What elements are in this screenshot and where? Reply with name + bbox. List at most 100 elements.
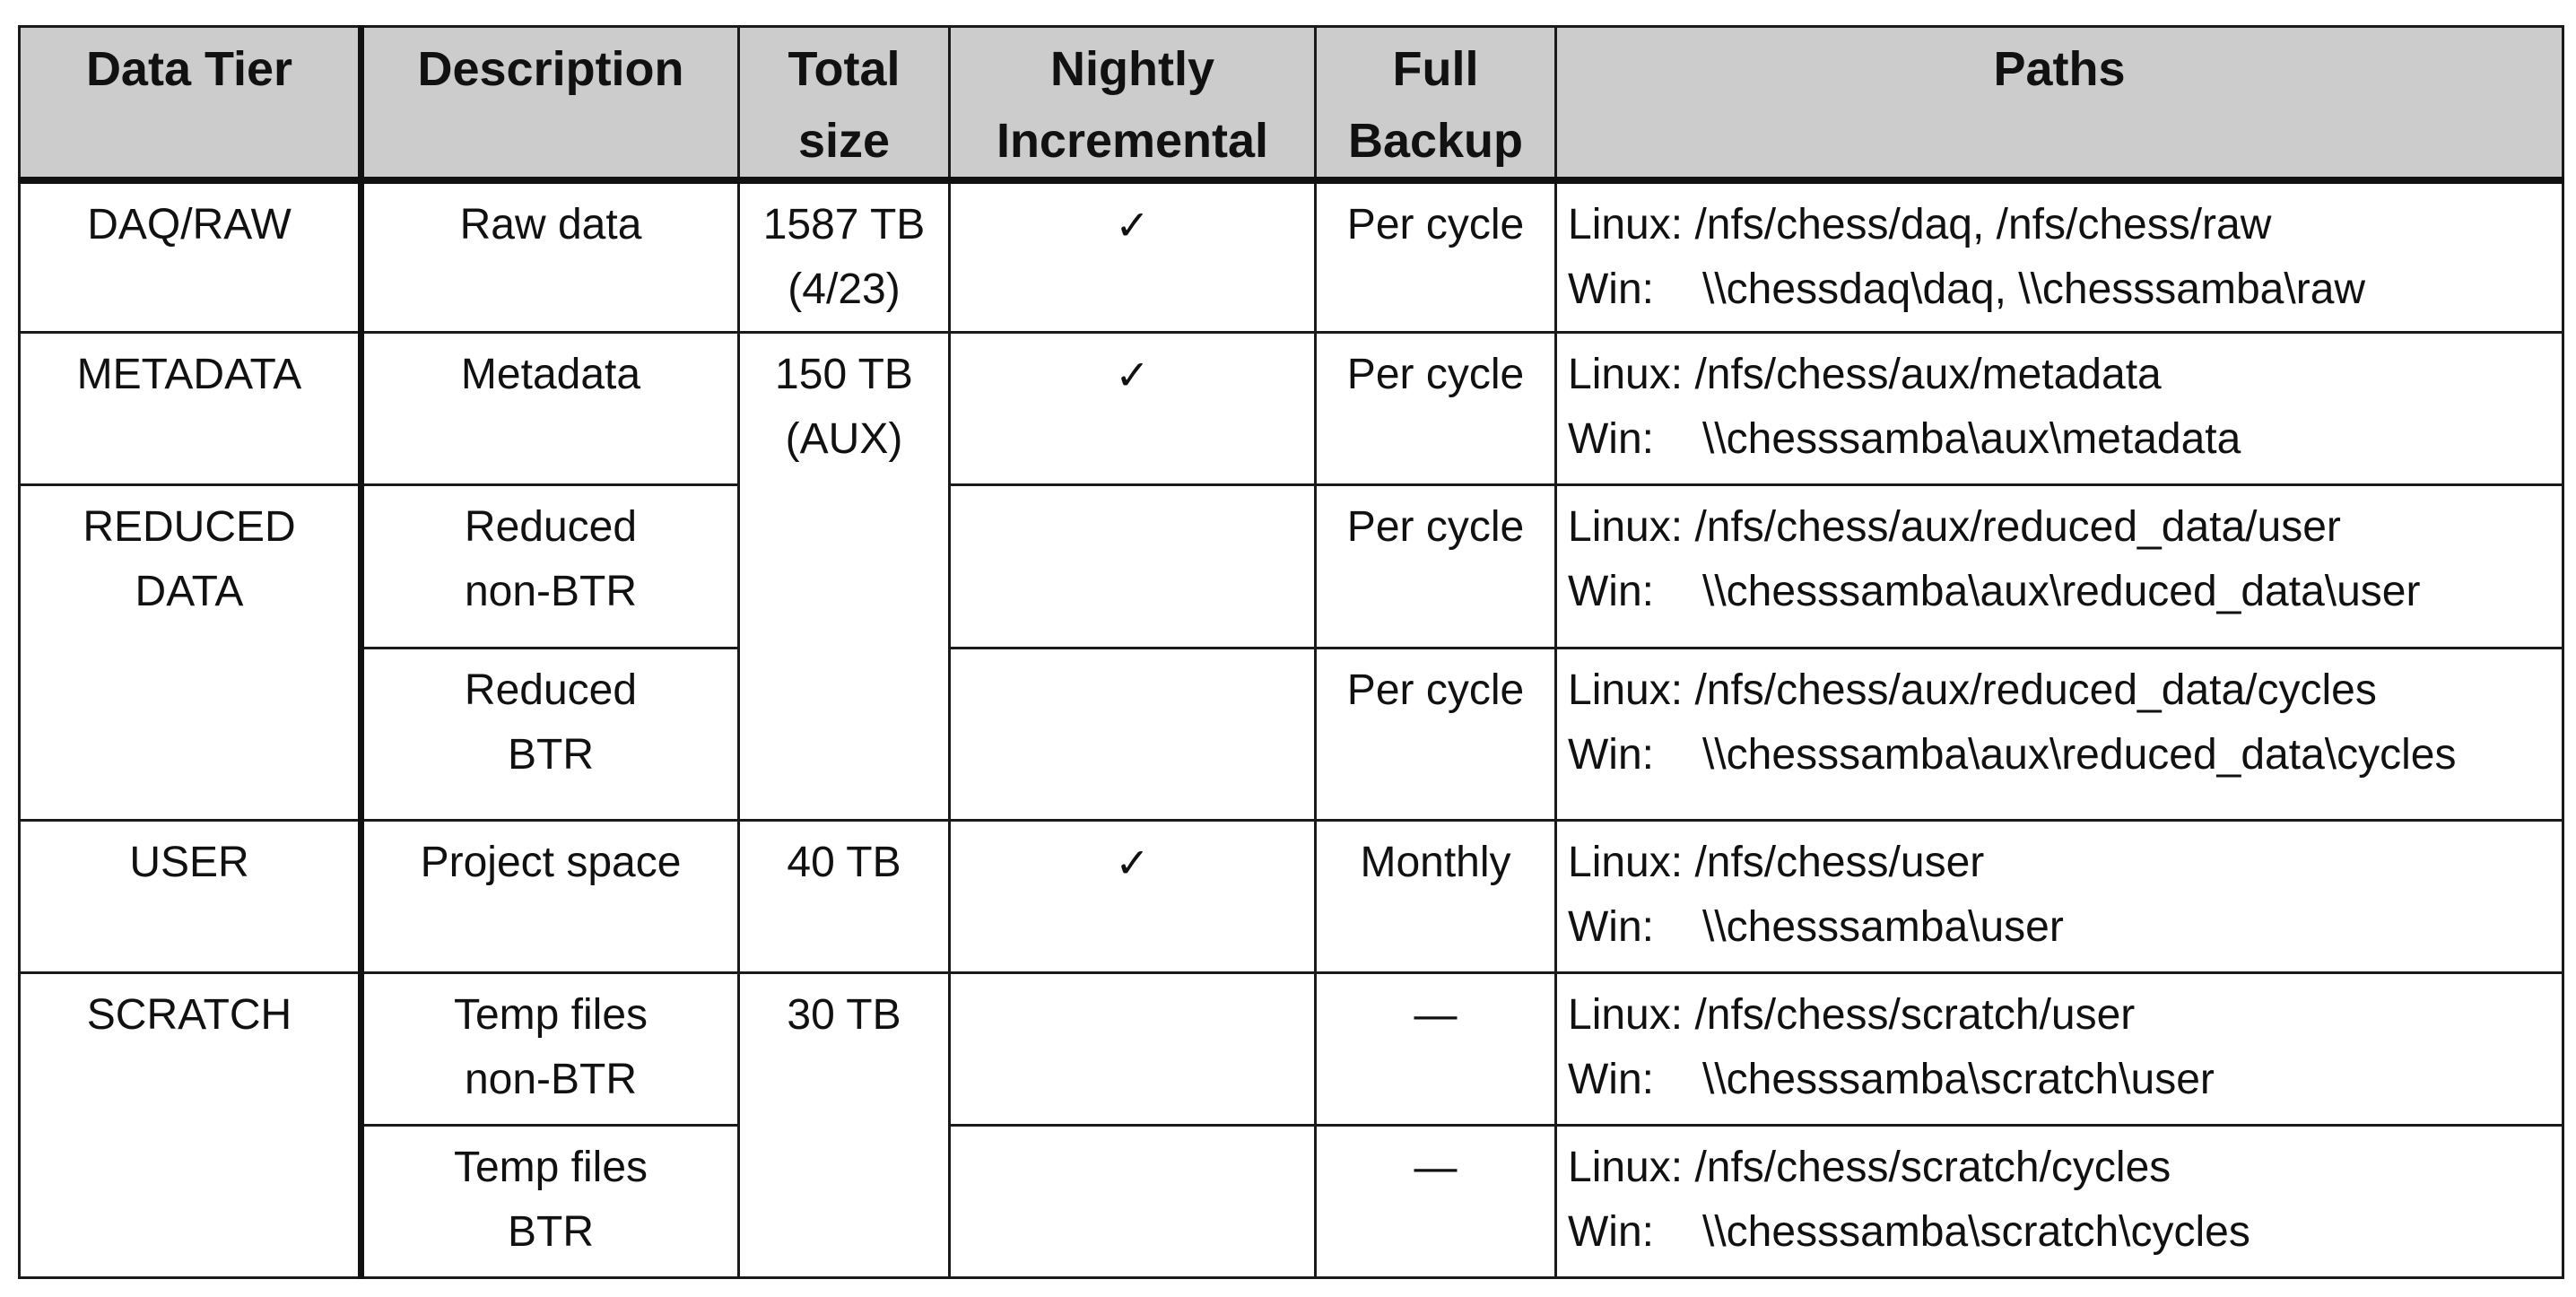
paths-cell: Linux: /nfs/chess/aux/reduced_data/user … bbox=[1554, 483, 2564, 650]
size-cell: 40 TB bbox=[737, 819, 951, 975]
description-cell: Temp files non-BTR bbox=[360, 971, 740, 1127]
description-text: Metadata bbox=[460, 351, 641, 399]
linux-path-value: /nfs/chess/aux/reduced_data/user bbox=[1694, 503, 2341, 552]
header-total-size-line: size bbox=[797, 114, 891, 168]
full-backup-cell: Monthly bbox=[1314, 819, 1557, 975]
description-text: non-BTR bbox=[464, 1056, 638, 1104]
linux-label: Linux: bbox=[1568, 503, 1684, 552]
paths-cell: Linux: /nfs/chess/user Win: \\chesssamba\… bbox=[1554, 819, 2564, 975]
description-text: BTR bbox=[508, 1208, 594, 1257]
description-cell: Metadata bbox=[360, 331, 740, 487]
table-row: USER Project space 40 TB ✓ Monthly Linux… bbox=[18, 819, 2564, 975]
win-path-value: \\chesssamba\aux\metadata bbox=[1702, 415, 2241, 464]
full-backup-cell: Per cycle bbox=[1314, 483, 1557, 650]
description-text: BTR bbox=[508, 731, 594, 779]
header-full-backup-line: Backup bbox=[1347, 114, 1524, 168]
description-text: non-BTR bbox=[464, 568, 638, 616]
header-nightly-incremental: Nightly Incremental bbox=[948, 25, 1317, 184]
linux-label: Linux: bbox=[1568, 351, 1684, 399]
header-nightly-line: Incremental bbox=[996, 114, 1269, 168]
description-cell: Raw data bbox=[360, 178, 740, 335]
tier-label: METADATA bbox=[76, 351, 302, 399]
tier-cell: SCRATCH bbox=[18, 971, 364, 1279]
nightly-cell bbox=[948, 647, 1317, 823]
win-path: Win: \\chesssamba\scratch\cycles bbox=[1568, 1200, 2551, 1265]
size-cell: 30 TB bbox=[737, 971, 951, 1279]
win-label: Win: bbox=[1568, 731, 1654, 779]
tier-cell: METADATA bbox=[18, 331, 364, 487]
linux-label: Linux: bbox=[1568, 991, 1684, 1040]
win-path-value: \\chesssamba\aux\reduced_data\user bbox=[1702, 568, 2421, 616]
paths-cell: Linux: /nfs/chess/aux/metadata Win: \\che… bbox=[1554, 331, 2564, 487]
paths-cell: Linux: /nfs/chess/daq, /nfs/chess/raw Wi… bbox=[1554, 178, 2564, 335]
table-row: Temp files BTR — Linux: /nfs/chess/scrat… bbox=[20, 1124, 2564, 1279]
size-text: 40 TB bbox=[787, 839, 901, 887]
linux-path-value: /nfs/chess/aux/reduced_data/cycles bbox=[1694, 666, 2377, 715]
size-note: (AUX) bbox=[785, 415, 903, 464]
description-cell: Temp files BTR bbox=[360, 1124, 740, 1279]
win-path: Win: \\chesssamba\aux\metadata bbox=[1568, 407, 2551, 472]
linux-path-value: /nfs/chess/user bbox=[1694, 839, 1985, 887]
tier-label: DAQ/RAW bbox=[87, 201, 292, 248]
header-paths: Paths bbox=[1554, 25, 2564, 184]
header-data-tier: Data Tier bbox=[18, 25, 364, 184]
description-text: Temp files bbox=[453, 1144, 648, 1192]
win-label: Win: bbox=[1568, 1208, 1654, 1257]
tier-cell: REDUCED DATA bbox=[18, 483, 364, 823]
win-path: Win: \\chessdaq\daq, \\chesssamba\raw bbox=[1568, 257, 2551, 322]
description-text: Reduced bbox=[464, 503, 638, 552]
tier-label: REDUCED bbox=[83, 503, 296, 552]
linux-path: Linux: /nfs/chess/scratch/cycles bbox=[1568, 1136, 2551, 1200]
win-path: Win: \\chesssamba\aux\reduced_data\user bbox=[1568, 560, 2551, 624]
paths-cell: Linux: /nfs/chess/scratch/user Win: \\che… bbox=[1554, 971, 2564, 1127]
win-path-value: \\chesssamba\scratch\user bbox=[1702, 1056, 2215, 1104]
linux-path-value: /nfs/chess/aux/metadata bbox=[1694, 351, 2162, 399]
win-label: Win: bbox=[1568, 568, 1654, 616]
description-cell: Reduced non-BTR bbox=[360, 483, 740, 650]
size-cell: 150 TB (AUX) bbox=[737, 331, 951, 823]
nightly-cell bbox=[948, 483, 1317, 650]
full-backup-cell: — bbox=[1314, 971, 1557, 1127]
description-cell: Project space bbox=[360, 819, 740, 975]
checkmark-icon: ✓ bbox=[1115, 351, 1150, 400]
win-path-value: \\chessdaq\daq, \\chesssamba\raw bbox=[1702, 265, 2366, 313]
size-cell: 1587 TB (4/23) bbox=[737, 178, 951, 335]
win-label: Win: bbox=[1568, 415, 1654, 464]
paths-cell: Linux: /nfs/chess/scratch/cycles Win: \\c… bbox=[1554, 1124, 2564, 1279]
description-cell: Reduced BTR bbox=[360, 647, 740, 823]
linux-label: Linux: bbox=[1568, 839, 1684, 887]
linux-path: Linux: /nfs/chess/aux/reduced_data/cycle… bbox=[1568, 658, 2551, 723]
table-row: REDUCED DATA Reduced non-BTR Per cycle L… bbox=[18, 483, 2564, 823]
header-full-backup-line: Full bbox=[1392, 42, 1479, 96]
linux-path: Linux: /nfs/chess/user bbox=[1568, 831, 2551, 895]
win-label: Win: bbox=[1568, 903, 1654, 952]
linux-path: Linux: /nfs/chess/scratch/user bbox=[1568, 983, 2551, 1048]
win-path: Win: \\chesssamba\aux\reduced_data\cycles bbox=[1568, 723, 2551, 788]
paths-cell: Linux: /nfs/chess/aux/reduced_data/cycle… bbox=[1554, 647, 2564, 823]
description-text: Temp files bbox=[453, 991, 648, 1040]
linux-path: Linux: /nfs/chess/aux/reduced_data/user bbox=[1568, 495, 2551, 560]
table-row: SCRATCH Temp files non-BTR 30 TB — Linux… bbox=[18, 971, 2564, 1279]
win-path: Win: \\chesssamba\user bbox=[1568, 895, 2551, 960]
checkmark-icon: ✓ bbox=[1115, 839, 1150, 888]
linux-label: Linux: bbox=[1568, 1144, 1684, 1192]
full-backup-cell: Per cycle bbox=[1314, 178, 1557, 335]
linux-path-value: /nfs/chess/scratch/user bbox=[1694, 991, 2136, 1040]
description-text: Project space bbox=[420, 839, 682, 887]
nightly-cell: ✓ bbox=[948, 819, 1317, 975]
win-label: Win: bbox=[1568, 1056, 1654, 1104]
linux-path: Linux: /nfs/chess/daq, /nfs/chess/raw bbox=[1568, 193, 2551, 257]
size-text: 30 TB bbox=[787, 991, 901, 1040]
size-note: (4/23) bbox=[788, 265, 901, 313]
win-path: Win: \\chesssamba\scratch\user bbox=[1568, 1048, 2551, 1112]
tier-cell: DAQ/RAW bbox=[18, 178, 364, 335]
tier-label: DATA bbox=[135, 568, 244, 616]
win-label: Win: bbox=[1568, 265, 1654, 313]
header-description: Description bbox=[360, 25, 740, 184]
tier-label: USER bbox=[129, 839, 249, 887]
checkmark-icon: ✓ bbox=[1115, 201, 1150, 249]
size-text: 150 TB bbox=[775, 351, 913, 399]
table-row: METADATA Metadata 150 TB (AUX) ✓ Per cyc… bbox=[18, 331, 2564, 823]
linux-path-value: /nfs/chess/daq, /nfs/chess/raw bbox=[1694, 201, 2272, 248]
header-total-size-line: Total bbox=[788, 42, 901, 96]
